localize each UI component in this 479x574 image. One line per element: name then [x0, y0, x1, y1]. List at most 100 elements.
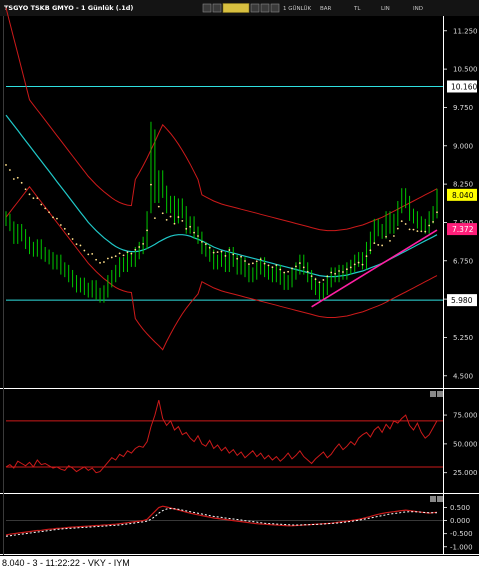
indicator-selector[interactable]: IND [413, 6, 423, 12]
sar-dot [369, 249, 372, 252]
sar-dot [165, 218, 168, 221]
sar-dot [381, 244, 384, 247]
sar-dot [56, 217, 58, 220]
sar-dot [189, 225, 192, 228]
sar-dot [106, 257, 109, 260]
sar-dot [373, 242, 376, 245]
sar-dot [110, 256, 113, 259]
sar-dot [345, 268, 348, 271]
sar-dot [291, 267, 293, 270]
sar-dot [114, 255, 117, 258]
price-panel [5, 7, 443, 351]
sar-dot [146, 229, 148, 232]
sar-dot [389, 239, 391, 242]
sar-dot [232, 253, 235, 256]
sar-dot [295, 265, 297, 268]
sar-dot [12, 178, 15, 180]
sar-dot [181, 220, 184, 222]
toolbar-icon-2[interactable] [212, 3, 222, 13]
symbol-selector[interactable] [222, 3, 250, 13]
macd-panel [5, 505, 443, 537]
sar-dot [342, 271, 344, 273]
sar-dot [40, 203, 43, 206]
sar-dot [314, 278, 317, 281]
sar-dot [365, 255, 368, 258]
sar-dot [393, 235, 395, 237]
sar-dot [71, 238, 74, 240]
status-text: 8.040 - 3 - 11:22:22 - VKY - IYM [2, 558, 132, 568]
sar-dot [204, 243, 207, 246]
sar-dot [228, 249, 231, 251]
sar-dot [185, 227, 188, 230]
price-y-tick-label: 4.500 [453, 372, 473, 380]
sar-dot [385, 235, 387, 238]
sar-dot [32, 197, 35, 200]
sar-dot [271, 266, 274, 269]
indicator-value-box-text: 7.372 [452, 225, 474, 234]
chart-canvas: TSGYO TSKB GMYO - 1 Günlük (.1d) 1 GÜNLÜ… [0, 0, 479, 568]
chart-type-selector[interactable]: BAR [320, 6, 332, 12]
sar-dot [153, 217, 156, 220]
sar-dot [173, 222, 176, 225]
period-selector[interactable]: 1 GÜNLÜK [283, 5, 311, 12]
sar-dot [216, 251, 219, 253]
oscillator-settings-button[interactable] [430, 391, 436, 397]
oscillator-close-button[interactable] [437, 391, 443, 397]
level-label-text: 5.980 [451, 296, 473, 305]
oscillator-y-tick-label: 25.000 [453, 469, 478, 477]
sar-dot [251, 262, 254, 265]
sar-dot [59, 224, 62, 226]
macd-y-tick-label: -0.500 [450, 530, 473, 538]
chart-title: TSGYO TSKB GMYO - 1 Günlük (.1d) [4, 4, 133, 12]
sar-dot [24, 188, 27, 191]
toolbar-icon-3[interactable] [250, 3, 260, 13]
sar-dot [91, 252, 94, 255]
sar-dot [5, 164, 7, 166]
price-y-tick-label: 6.750 [453, 257, 473, 265]
sar-dot [349, 266, 352, 269]
sar-dot [396, 227, 399, 230]
sar-dot [134, 248, 137, 251]
sar-dot [404, 223, 407, 225]
oscillator-panel [5, 399, 443, 474]
sar-dot [267, 264, 270, 267]
scale-selector[interactable]: LIN [381, 6, 390, 12]
sar-dot [118, 252, 121, 255]
macd-y-tick-label: -1.000 [450, 543, 473, 551]
currency-selector[interactable]: TL [353, 6, 361, 12]
sar-dot [99, 261, 101, 264]
sar-dot [279, 268, 282, 271]
macd-close-button[interactable] [437, 496, 443, 502]
sar-dot [263, 262, 266, 265]
sar-dot [330, 271, 333, 274]
sar-dot [302, 266, 305, 269]
sar-dot [122, 254, 125, 257]
toolbar-icon-4[interactable] [260, 3, 270, 13]
sar-dot [298, 262, 301, 264]
toolbar-icon-1[interactable] [202, 3, 212, 13]
sar-dot [353, 263, 356, 266]
sar-dot [197, 235, 199, 237]
sar-dot [432, 221, 434, 223]
sar-dot [259, 258, 262, 261]
sar-dot [424, 230, 427, 233]
sar-dot [220, 250, 223, 253]
sar-dot [377, 244, 380, 246]
macd-settings-button[interactable] [430, 496, 436, 502]
macd-y-tick-label: 0.000 [450, 517, 470, 525]
sar-dot [306, 270, 309, 273]
macd-y-tick-label: 0.500 [450, 504, 470, 512]
sar-dot [240, 255, 242, 258]
sar-dot [236, 257, 239, 260]
panel-frames [0, 16, 479, 555]
bollinger-lower-line [5, 185, 438, 351]
price-y-tick-label: 8.250 [453, 181, 473, 189]
sar-dot [248, 263, 250, 265]
sar-dot [67, 233, 70, 235]
sar-dot [224, 255, 227, 257]
toolbar-icon-5[interactable] [270, 3, 280, 13]
sar-dot [20, 181, 23, 184]
sar-dot [63, 227, 66, 230]
sar-dot [95, 258, 98, 261]
sar-dot [36, 197, 39, 200]
